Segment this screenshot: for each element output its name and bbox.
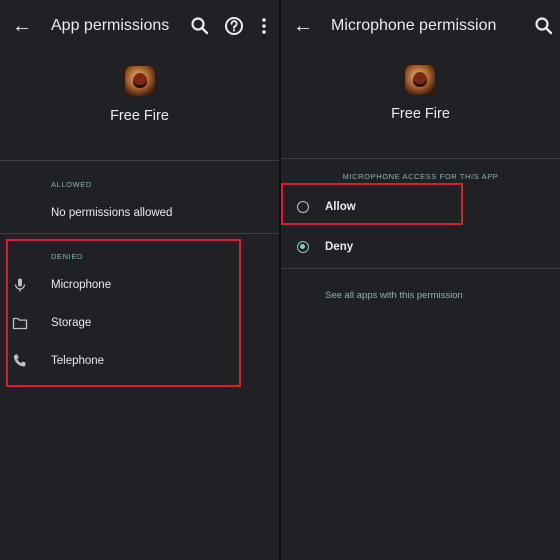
more-options-icon[interactable] bbox=[252, 14, 276, 38]
deny-radio[interactable] bbox=[297, 241, 309, 253]
allowed-section-heading: ALLOWED bbox=[51, 180, 92, 189]
divider bbox=[281, 268, 560, 269]
microphone-permission-screen: ← Microphone permission Free Fire MICROP… bbox=[281, 0, 560, 560]
app-permissions-screen: ← App permissions Free Fire ALLOWED No p… bbox=[0, 0, 279, 560]
app-bar: ← App permissions bbox=[0, 8, 279, 44]
app-name: Free Fire bbox=[391, 106, 450, 122]
back-button[interactable]: ← bbox=[10, 14, 34, 38]
denied-highlight-box bbox=[6, 239, 241, 387]
app-bar: ← Microphone permission bbox=[281, 8, 560, 44]
app-icon bbox=[125, 66, 155, 96]
see-all-apps-link[interactable]: See all apps with this permission bbox=[325, 290, 463, 301]
microphone-access-heading: MICROPHONE ACCESS FOR THIS APP bbox=[342, 172, 499, 181]
search-icon[interactable] bbox=[188, 14, 212, 38]
no-permissions-text: No permissions allowed bbox=[51, 207, 173, 219]
divider bbox=[281, 158, 560, 159]
search-icon[interactable] bbox=[532, 14, 556, 38]
deny-option-label[interactable]: Deny bbox=[325, 241, 353, 253]
app-name: Free Fire bbox=[110, 108, 169, 124]
app-icon bbox=[405, 65, 435, 95]
page-title: App permissions bbox=[51, 17, 170, 34]
divider bbox=[0, 233, 279, 234]
divider bbox=[0, 160, 279, 161]
allow-highlight-box bbox=[281, 183, 463, 225]
page-title: Microphone permission bbox=[331, 17, 497, 34]
back-button[interactable]: ← bbox=[291, 14, 315, 38]
help-icon[interactable] bbox=[222, 14, 246, 38]
